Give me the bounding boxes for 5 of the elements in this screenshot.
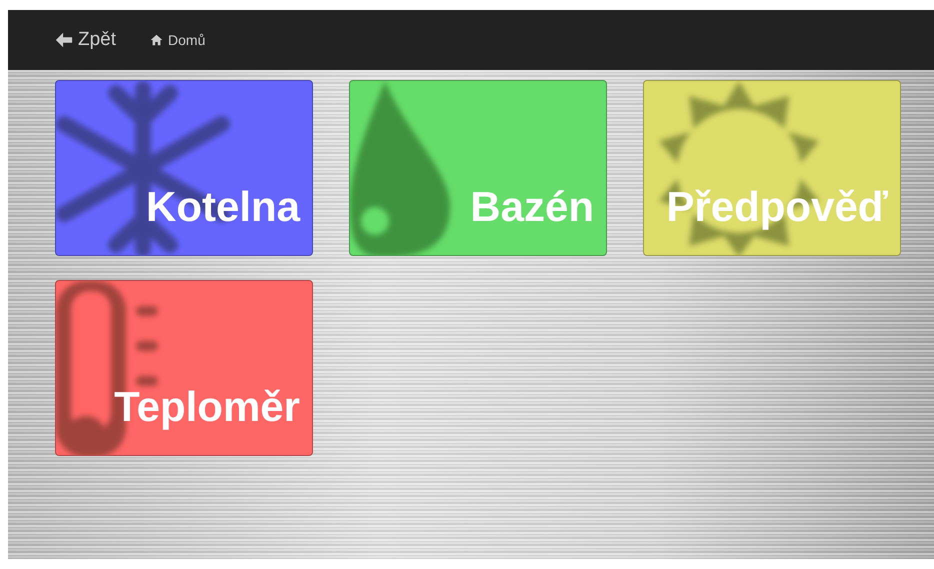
home-icon [150,34,164,46]
left-arrow-icon [55,31,73,49]
back-link[interactable]: Zpět [55,29,116,51]
drop-icon [350,81,450,255]
home-link[interactable]: Domů [150,32,206,48]
